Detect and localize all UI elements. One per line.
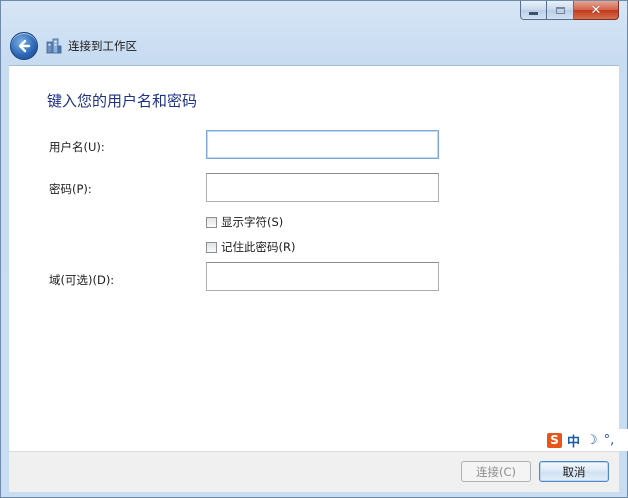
minimize-button[interactable] [520, 1, 547, 20]
page-heading: 键入您的用户名和密码 [47, 92, 198, 110]
navigation-row: 连接到工作区 [10, 31, 137, 61]
domain-label: 域(可选)(D): [49, 273, 115, 287]
username-label: 用户名(U): [49, 140, 105, 154]
connect-button[interactable]: 连接(C) [461, 461, 531, 482]
close-icon: ✕ [590, 2, 602, 18]
cancel-button[interactable]: 取消 [539, 461, 609, 482]
show-characters-option[interactable]: 显示字符(S) [206, 214, 283, 230]
password-field[interactable] [206, 173, 439, 202]
remember-password-label: 记住此密码(R) [221, 240, 296, 254]
dialog-window: ✕ 连接到工作区 键入您的用户名和密码 用户名(U): 密码(P): 显示字符(… [0, 0, 628, 498]
show-characters-checkbox[interactable] [206, 216, 217, 228]
content-area: 键入您的用户名和密码 用户名(U): 密码(P): 显示字符(S) 记住此密码(… [9, 65, 619, 452]
network-icon [46, 38, 62, 54]
password-label: 密码(P): [49, 182, 92, 196]
punctuation-icon[interactable]: °, [604, 433, 615, 448]
ime-logo-icon[interactable]: S [547, 432, 562, 448]
username-field[interactable] [206, 130, 439, 159]
maximize-button [547, 1, 574, 20]
minimize-icon [529, 12, 538, 15]
maximize-icon [555, 6, 565, 14]
show-characters-label: 显示字符(S) [221, 215, 284, 229]
close-button[interactable]: ✕ [574, 1, 619, 20]
ime-toolbar[interactable]: S 中 ☽ °, [544, 429, 628, 451]
half-width-icon[interactable]: ☽ [586, 433, 598, 448]
back-arrow-icon [18, 39, 31, 53]
remember-password-option[interactable]: 记住此密码(R) [206, 239, 295, 255]
button-bar: 连接(C) 取消 [9, 451, 619, 492]
ime-language-toggle[interactable]: 中 [567, 431, 580, 450]
window-title: 连接到工作区 [68, 39, 137, 53]
caption-buttons: ✕ [520, 1, 619, 21]
remember-password-checkbox[interactable] [206, 241, 217, 253]
domain-field[interactable] [206, 262, 439, 291]
back-button[interactable] [10, 32, 38, 60]
